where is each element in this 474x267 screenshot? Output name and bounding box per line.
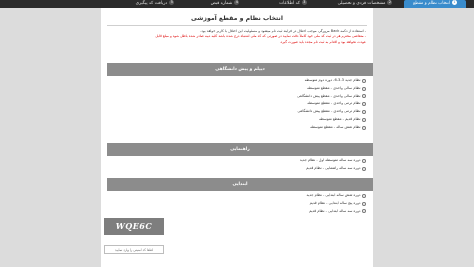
radio-option[interactable]: نظام قدیم - مقطع متوسطه	[101, 116, 366, 124]
guidance-options: دوره سه ساله متوسطه اول - نظام جدید دوره…	[101, 156, 373, 178]
option-label: دوره شش ساله ابتدایی - نظام جدید	[306, 193, 361, 197]
radio-button[interactable]	[362, 158, 366, 163]
step-number: 1	[451, 0, 457, 5]
option-label: نظام سالی واحدی - مقطع پیش دانشگاهی	[297, 93, 361, 98]
section-heading-diploma: دیپلم و پیش دانشگاهی	[107, 63, 373, 76]
radio-button[interactable]	[362, 193, 366, 198]
step-number: 4	[234, 0, 240, 5]
tab-tracking-code[interactable]: 5دریافت کد پیگیری	[122, 0, 188, 8]
option-label: نظام ترمی واحدی - مقطع متوسطه	[307, 101, 361, 106]
captcha-image: WQE6C	[104, 218, 164, 235]
tab-label: مشخصات فردی و تحصیلی	[337, 1, 386, 6]
option-label: نظام سالی واحدی - مقطع متوسطه	[307, 85, 361, 90]
option-label: نظام جدید 3-3-6، دوره دوم متوسطه	[304, 78, 361, 82]
tab-label: کد اطلاعات	[279, 1, 300, 6]
radio-option[interactable]: نظام ترمی واحدی - مقطع متوسطه	[101, 100, 366, 108]
section-heading-elementary: ابتدایی	[107, 178, 373, 191]
option-label: دوره پنج ساله ابتدایی - نظام قدیم	[309, 200, 361, 205]
radio-option[interactable]: دوره سه ساله متوسطه اول - نظام جدید	[101, 157, 366, 165]
radio-button[interactable]	[362, 86, 366, 91]
intro-notes: - استفاده از دکمه Back مرورگر، موجب اختل…	[101, 26, 373, 63]
radio-button[interactable]	[362, 117, 366, 122]
tab-label: انتخاب نظام و مقطع	[413, 1, 450, 6]
radio-option[interactable]: نظام سالی واحدی - مقطع متوسطه	[101, 85, 366, 93]
step-number: 3	[301, 0, 307, 5]
radio-option[interactable]: نظام جدید 3-3-6، دوره دوم متوسطه	[101, 77, 366, 85]
radio-option[interactable]: دوره شش ساله ابتدایی - نظام جدید	[101, 192, 366, 200]
radio-button[interactable]	[362, 78, 366, 83]
tab-receipt-number[interactable]: 4شماره قبض	[194, 0, 256, 8]
tab-label: شماره قبض	[210, 1, 233, 6]
option-label: نظام شش ساله - مقطع متوسطه	[310, 124, 361, 129]
tab-select-system[interactable]: 1انتخاب نظام و مقطع	[404, 0, 466, 8]
radio-button[interactable]	[362, 110, 366, 115]
radio-option[interactable]: نظام سالی واحدی - مقطع پیش دانشگاهی	[101, 93, 366, 101]
page-title: انتخاب نظام و مقطع آموزشی	[191, 15, 283, 22]
radio-option[interactable]: نظام ترمی واحدی - مقطع پیش دانشگاهی	[101, 108, 366, 116]
tab-personal-info[interactable]: 2مشخصات فردی و تحصیلی	[329, 0, 401, 8]
tab-bar: 1انتخاب نظام و مقطع 2مشخصات فردی و تحصیل…	[0, 0, 474, 8]
radio-option[interactable]: دوره سه ساله راهنمایی - نظام قدیم	[101, 165, 366, 173]
elementary-options: دوره شش ساله ابتدایی - نظام جدید دوره پن…	[101, 191, 373, 216]
step-number: 2	[387, 0, 393, 5]
radio-option[interactable]: دوره سه ساله ابتدایی - نظام قدیم	[101, 208, 366, 216]
option-label: دوره سه ساله راهنمایی - نظام قدیم	[306, 165, 361, 170]
section-heading-guidance: راهنمایی	[107, 143, 373, 156]
option-label: نظام قدیم - مقطع متوسطه	[319, 116, 361, 121]
tab-info-code[interactable]: 3کد اطلاعات	[262, 0, 324, 8]
radio-button[interactable]	[362, 209, 366, 214]
option-label: دوره سه ساله متوسطه اول - نظام جدید	[299, 158, 361, 162]
diploma-options: نظام جدید 3-3-6، دوره دوم متوسطه نظام سا…	[101, 76, 373, 143]
step-number: 5	[169, 0, 175, 5]
national-code-warning-cont: عودت نخواهد بود و اقدام به ثبت نام مجدد …	[279, 39, 366, 44]
captcha-input[interactable]	[104, 245, 164, 254]
radio-button[interactable]	[362, 125, 366, 130]
radio-button[interactable]	[362, 94, 366, 99]
option-label: نظام ترمی واحدی - مقطع پیش دانشگاهی	[297, 109, 361, 114]
radio-button[interactable]	[362, 166, 366, 171]
radio-button[interactable]	[362, 102, 366, 107]
radio-option[interactable]: دوره پنج ساله ابتدایی - نظام قدیم	[101, 200, 366, 208]
option-label: دوره سه ساله ابتدایی - نظام قدیم	[309, 208, 361, 213]
tab-label: دریافت کد پیگیری	[135, 1, 168, 6]
radio-option[interactable]: نظام شش ساله - مقطع متوسطه	[101, 124, 366, 132]
radio-button[interactable]	[362, 201, 366, 206]
